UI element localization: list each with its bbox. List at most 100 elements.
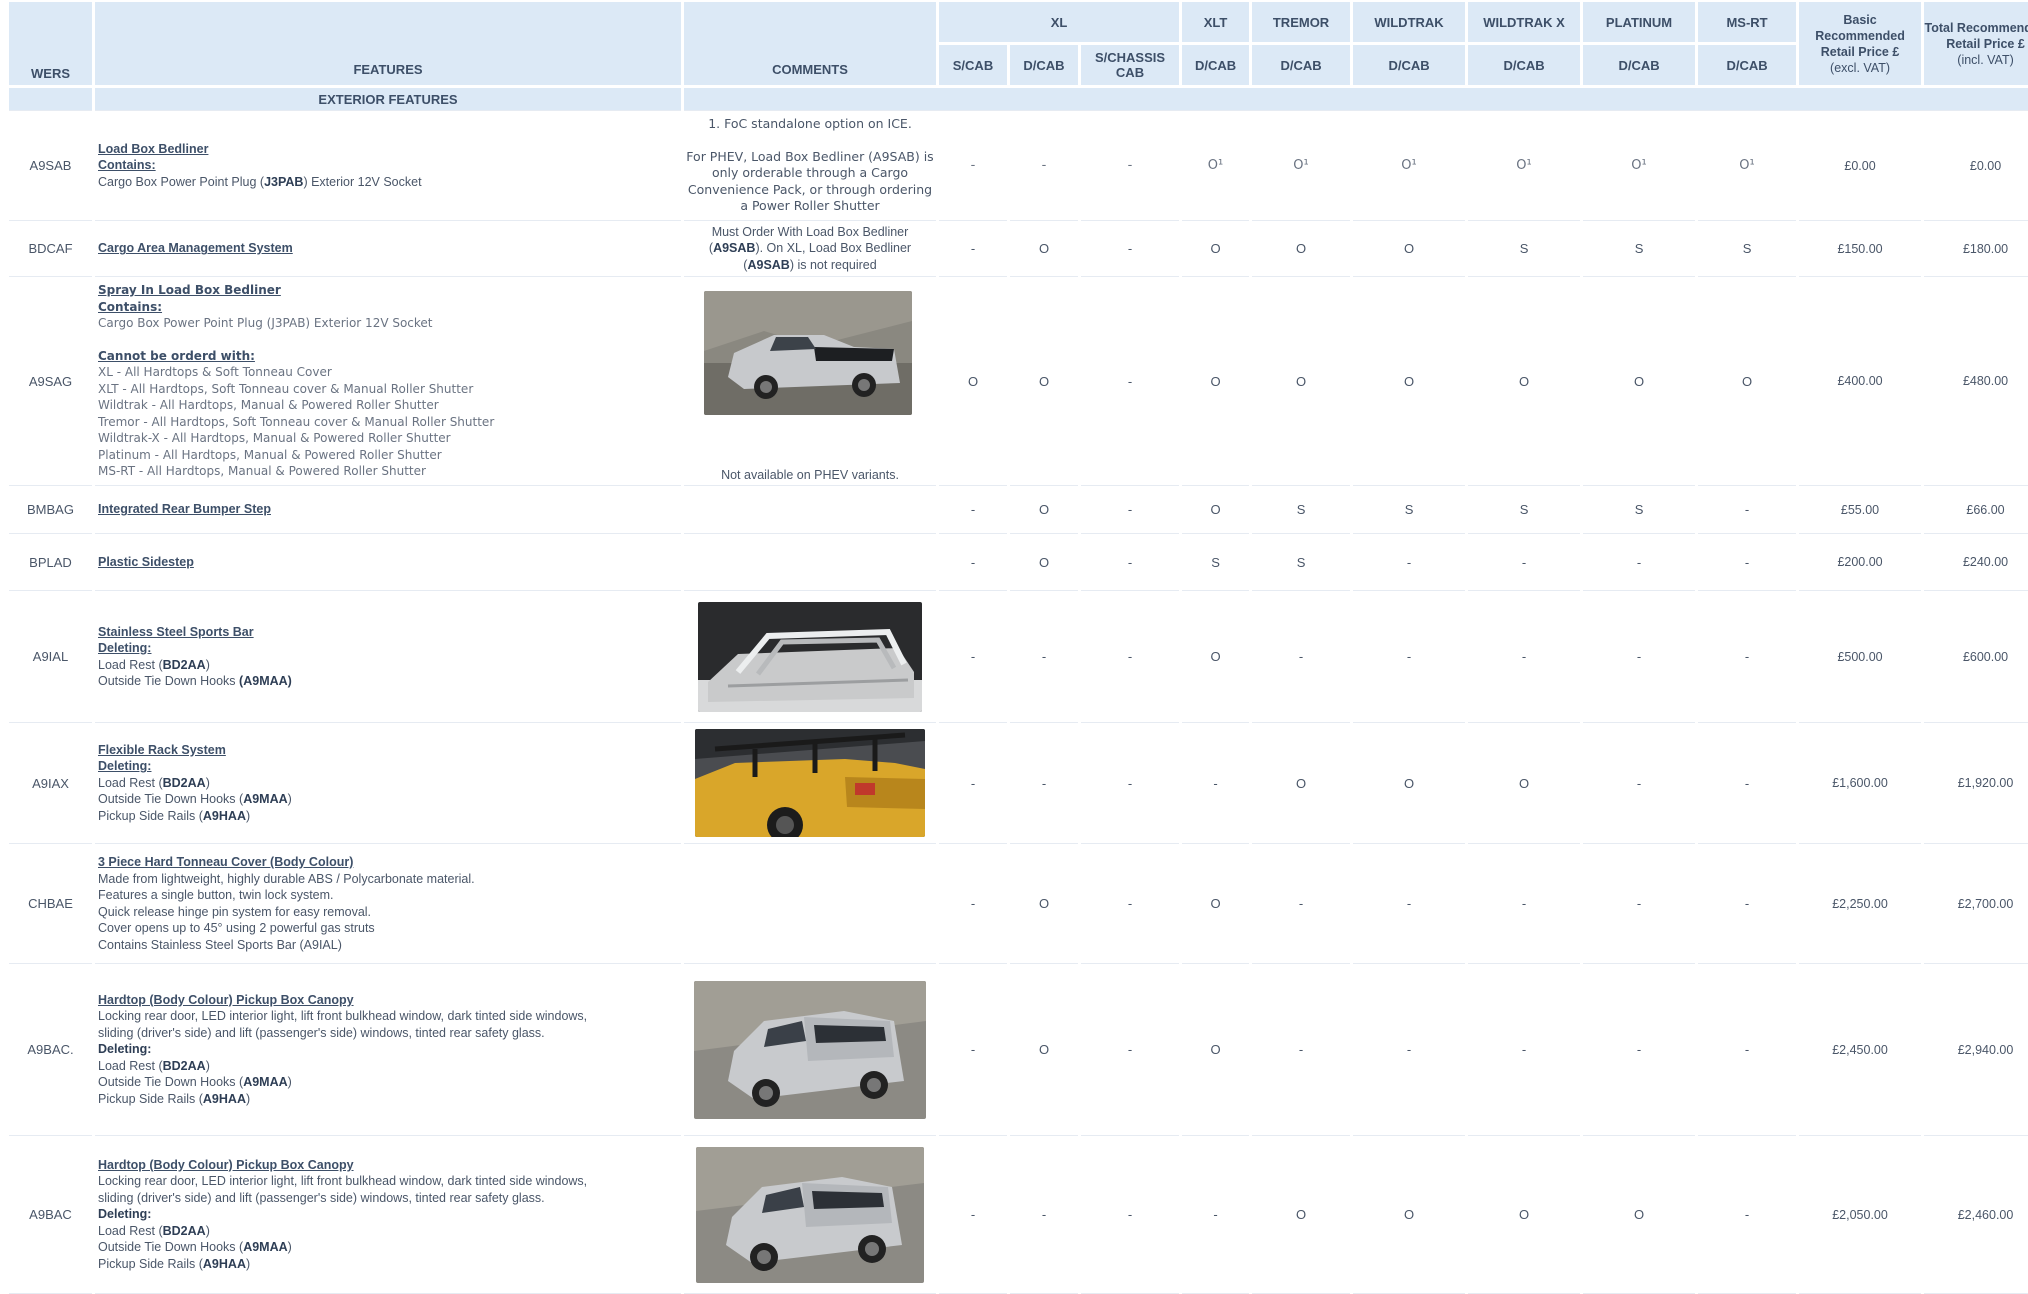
value-cell: O xyxy=(1252,1136,1351,1294)
wers-code: A9BAC xyxy=(9,1136,92,1294)
basic-price: £0.00 xyxy=(1799,111,1922,221)
feature-title[interactable]: Hardtop (Body Colour) Pickup Box Canopy xyxy=(98,1157,677,1174)
value-cell: - xyxy=(1081,277,1180,486)
value-cell: - xyxy=(1081,486,1180,534)
table-row: BPLAD Plastic Sidestep - O - S S - - - -… xyxy=(9,534,2028,591)
value-cell: - xyxy=(1583,723,1696,844)
feature-cell: Cargo Area Management System xyxy=(95,221,681,277)
feature-cell: Spray In Load Box Bedliner Contains: Car… xyxy=(95,277,681,486)
value-cell: - xyxy=(1583,591,1696,723)
total-price: £1,920.00 xyxy=(1924,723,2028,844)
features-header: FEATURES xyxy=(95,2,681,88)
comment-cell xyxy=(684,1136,936,1294)
value-cell: - xyxy=(939,111,1007,221)
subcol-header: D/CAB xyxy=(1468,45,1581,88)
group-header-wildtrak-x: WILDTRAK X xyxy=(1468,2,1581,45)
wers-code: A9BAC. xyxy=(9,964,92,1136)
basic-price-sub: (excl. VAT) xyxy=(1830,60,1891,75)
group-header-tremor: TREMOR xyxy=(1252,2,1351,45)
feature-title[interactable]: Integrated Rear Bumper Step xyxy=(98,501,677,518)
sports-bar-photo xyxy=(698,601,922,712)
feature-title[interactable]: Spray In Load Box Bedliner xyxy=(98,282,677,299)
value-cell: - xyxy=(1468,534,1581,591)
deleting-label: Deleting: xyxy=(98,1207,152,1222)
table-row: A9IAL Stainless Steel Sports Bar Deletin… xyxy=(9,591,2028,723)
table-row: BMBAG Integrated Rear Bumper Step - O - … xyxy=(9,486,2028,534)
value-cell: O xyxy=(1182,844,1250,964)
value-cell: - xyxy=(1081,844,1180,964)
cannot-order-label: Cannot be orderd with: xyxy=(98,348,255,363)
total-price-header: Total Recommended Retail Price £ (incl. … xyxy=(1924,2,2028,88)
description-line: Made from lightweight, highly durable AB… xyxy=(98,871,475,886)
value-cell: - xyxy=(1698,1136,1797,1294)
feature-title[interactable]: 3 Piece Hard Tonneau Cover (Body Colour) xyxy=(98,854,677,871)
value-cell: O xyxy=(1353,221,1466,277)
restriction-line: XLT - All Hardtops, Soft Tonneau cover &… xyxy=(98,381,474,396)
value-cell: - xyxy=(1698,486,1797,534)
value-cell: O xyxy=(1353,277,1466,486)
basic-price-title: Basic Recommended Retail Price £ xyxy=(1815,12,1905,59)
feature-title[interactable]: Plastic Sidestep xyxy=(98,554,677,571)
table-row: CHBAE 3 Piece Hard Tonneau Cover (Body C… xyxy=(9,844,2028,964)
hardtop-canopy-photo xyxy=(694,980,926,1119)
description-line: Locking rear door, LED interior light, l… xyxy=(98,1009,588,1024)
feature-title[interactable]: Stainless Steel Sports Bar xyxy=(98,624,677,641)
table-row: A9SAB Load Box Bedliner Contains: Cargo … xyxy=(9,111,2028,221)
comment-note: For PHEV, Load Box Bedliner (A9SAB) is o… xyxy=(686,148,934,214)
value-cell: S xyxy=(1468,486,1581,534)
basic-price: £2,450.00 xyxy=(1799,964,1922,1136)
value-cell: S xyxy=(1252,486,1351,534)
feature-cell: Stainless Steel Sports Bar Deleting: Loa… xyxy=(95,591,681,723)
value-cell: O xyxy=(1010,277,1078,486)
deleting-line: Load Rest (BD2AA) xyxy=(98,657,210,672)
value-cell: O xyxy=(1010,844,1078,964)
feature-cell: 3 Piece Hard Tonneau Cover (Body Colour)… xyxy=(95,844,681,964)
value-cell: - xyxy=(1010,1136,1078,1294)
comments-header: COMMENTS xyxy=(684,2,936,88)
value-cell: - xyxy=(1583,844,1696,964)
feature-title[interactable]: Load Box Bedliner xyxy=(98,141,677,158)
wers-code: A9SAB xyxy=(9,111,92,221)
feature-title[interactable]: Cargo Area Management System xyxy=(98,240,677,257)
value-cell: - xyxy=(939,486,1007,534)
value-cell: S xyxy=(1468,221,1581,277)
basic-price: £400.00 xyxy=(1799,277,1922,486)
subcol-header: D/CAB xyxy=(1698,45,1797,88)
wers-header: WERS xyxy=(9,2,92,88)
feature-title[interactable]: Flexible Rack System xyxy=(98,742,677,759)
value-cell: S xyxy=(1698,221,1797,277)
value-cell: - xyxy=(1081,1136,1180,1294)
contains-line: Cargo Box Power Point Plug (J3PAB) Exter… xyxy=(98,174,422,189)
value-cell: O¹ xyxy=(1468,111,1581,221)
comment-cell: Not available on PHEV variants. xyxy=(684,277,936,486)
value-cell: - xyxy=(1698,723,1797,844)
deleting-line: Pickup Side Rails (A9HAA) xyxy=(98,808,251,823)
value-cell: - xyxy=(1010,591,1078,723)
value-cell: - xyxy=(1353,844,1466,964)
group-header-xl: XL xyxy=(939,2,1180,45)
value-cell: - xyxy=(1468,591,1581,723)
value-cell: - xyxy=(1182,723,1250,844)
feature-cell: Integrated Rear Bumper Step xyxy=(95,486,681,534)
wers-code: A9IAL xyxy=(9,591,92,723)
table-row: A9BAC. Hardtop (Body Colour) Pickup Box … xyxy=(9,964,2028,1136)
description-line: Features a single button, twin lock syst… xyxy=(98,888,334,902)
deleting-label: Deleting: xyxy=(98,641,152,655)
restriction-line: XL - All Hardtops & Soft Tonneau Cover xyxy=(98,365,332,380)
feature-title[interactable]: Hardtop (Body Colour) Pickup Box Canopy xyxy=(98,992,677,1009)
subcol-header: D/CAB xyxy=(1182,45,1250,88)
flexible-rack-photo xyxy=(695,729,925,837)
value-cell: - xyxy=(1583,964,1696,1136)
value-cell: - xyxy=(1010,111,1078,221)
description-line: Locking rear door, LED interior light, l… xyxy=(98,1174,588,1189)
value-cell: O xyxy=(939,277,1007,486)
deleting-line: Load Rest (BD2AA) xyxy=(98,1058,210,1073)
total-price: £600.00 xyxy=(1924,591,2028,723)
value-cell: O xyxy=(1010,534,1078,591)
contains-label: Contains: xyxy=(98,299,163,314)
deleting-line: Load Rest (BD2AA) xyxy=(98,775,210,790)
value-cell: O¹ xyxy=(1182,111,1250,221)
description-line: Quick release hinge pin system for easy … xyxy=(98,904,372,919)
deleting-line: Outside Tie Down Hooks (A9MAA) xyxy=(98,792,292,807)
restriction-line: Platinum - All Hardtops, Manual & Powere… xyxy=(98,447,442,462)
